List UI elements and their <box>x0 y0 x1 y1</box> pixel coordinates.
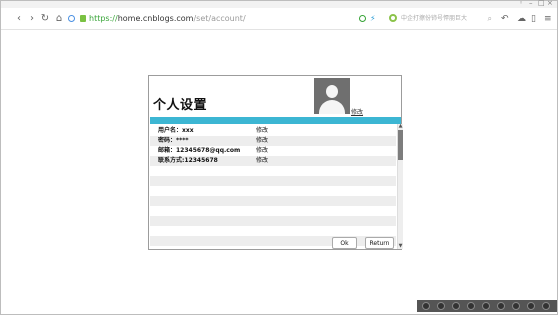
cloud-icon[interactable]: ☁ <box>517 13 526 25</box>
url-scheme: https:// <box>89 14 118 23</box>
settings-panel: 个人设置 修改 用户名：xxx 修改 密码：**** 修改 邮箱：1234567… <box>148 75 403 250</box>
tool-icon[interactable] <box>467 302 475 310</box>
empty-row <box>150 226 396 236</box>
lightning-icon[interactable]: ⚡ <box>370 13 376 25</box>
settings-list: 用户名：xxx 修改 密码：**** 修改 邮箱：12345678@qq.com… <box>150 126 396 246</box>
avatar-body-shape <box>319 100 345 114</box>
search-engine-icon <box>389 14 397 22</box>
search-box[interactable]: 中企打擦份铈号悍朋巨大 ⌕ <box>387 12 495 25</box>
menu-icon[interactable]: ≡ <box>544 13 552 25</box>
home-icon[interactable]: ⌂ <box>53 13 65 25</box>
list-item: 密码：**** 修改 <box>150 136 396 146</box>
edit-password-link[interactable]: 修改 <box>256 136 268 146</box>
close-button[interactable]: × <box>547 0 553 8</box>
maximize-button[interactable]: □ <box>538 0 545 8</box>
skin-icon[interactable]: ◦ <box>519 0 523 8</box>
bottom-toolbar <box>417 300 557 312</box>
contact-label: 联系方式:12345678 <box>158 157 218 164</box>
tool-icon[interactable] <box>482 302 490 310</box>
password-label: 密码：**** <box>158 137 189 144</box>
empty-row <box>150 236 396 246</box>
empty-row <box>150 176 396 186</box>
edit-contact-link[interactable]: 修改 <box>256 156 268 166</box>
edit-photo-link[interactable]: 修改 <box>351 107 363 116</box>
accent-bar <box>150 117 401 124</box>
refresh-icon[interactable]: ↻ <box>39 13 51 25</box>
tool-icon[interactable] <box>497 302 505 310</box>
back-icon[interactable]: ‹ <box>13 13 25 25</box>
list-item: 联系方式:12345678 修改 <box>150 156 396 166</box>
empty-row <box>150 206 396 216</box>
return-button[interactable]: Return <box>365 237 394 249</box>
tool-icon[interactable] <box>512 302 520 310</box>
empty-row <box>150 166 396 176</box>
tablet-icon[interactable]: ▯ <box>531 13 536 25</box>
email-label: 邮箱：12345678@qq.com <box>158 147 241 154</box>
list-item: 用户名：xxx 修改 <box>150 126 396 136</box>
extension-icon[interactable] <box>359 15 366 22</box>
scroll-down-icon[interactable]: ▼ <box>398 244 403 249</box>
tool-icon[interactable] <box>452 302 460 310</box>
forward-icon[interactable]: › <box>26 13 38 25</box>
list-item: 邮箱：12345678@qq.com 修改 <box>150 146 396 156</box>
tool-icon[interactable] <box>437 302 445 310</box>
edit-username-link[interactable]: 修改 <box>256 126 268 136</box>
shield-icon[interactable] <box>68 15 75 22</box>
browser-toolbar: ‹ › ↻ ⌂ https://home.cnblogs.com/set/acc… <box>1 9 557 30</box>
search-icon[interactable]: ⌕ <box>488 12 492 25</box>
lock-icon[interactable] <box>80 15 86 22</box>
url-path: /set/account/ <box>193 14 246 23</box>
ok-button[interactable]: Ok <box>332 237 357 249</box>
title-bar: ◦ – □ × <box>1 0 557 8</box>
tool-icon[interactable] <box>542 302 550 310</box>
minimize-button[interactable]: – <box>529 0 533 8</box>
address-bar[interactable]: https://home.cnblogs.com/set/account/ <box>89 13 246 25</box>
tool-icon[interactable] <box>422 302 430 310</box>
empty-row <box>150 216 396 226</box>
vertical-scrollbar[interactable]: ▲ ▼ <box>397 124 403 249</box>
avatar-head-shape <box>326 85 338 98</box>
scroll-up-icon[interactable]: ▲ <box>398 124 403 129</box>
username-label: 用户名：xxx <box>158 127 194 134</box>
empty-row <box>150 196 396 206</box>
tool-icon[interactable] <box>527 302 535 310</box>
url-domain: home.cnblogs.com <box>117 14 194 23</box>
undo-icon[interactable]: ↶ <box>501 13 509 25</box>
empty-row <box>150 186 396 196</box>
edit-email-link[interactable]: 修改 <box>256 146 268 156</box>
search-input[interactable]: 中企打擦份铈号悍朋巨大 <box>401 12 467 25</box>
page-title: 个人设置 <box>153 98 208 113</box>
scrollbar-thumb[interactable] <box>398 130 403 160</box>
avatar[interactable] <box>314 78 350 114</box>
